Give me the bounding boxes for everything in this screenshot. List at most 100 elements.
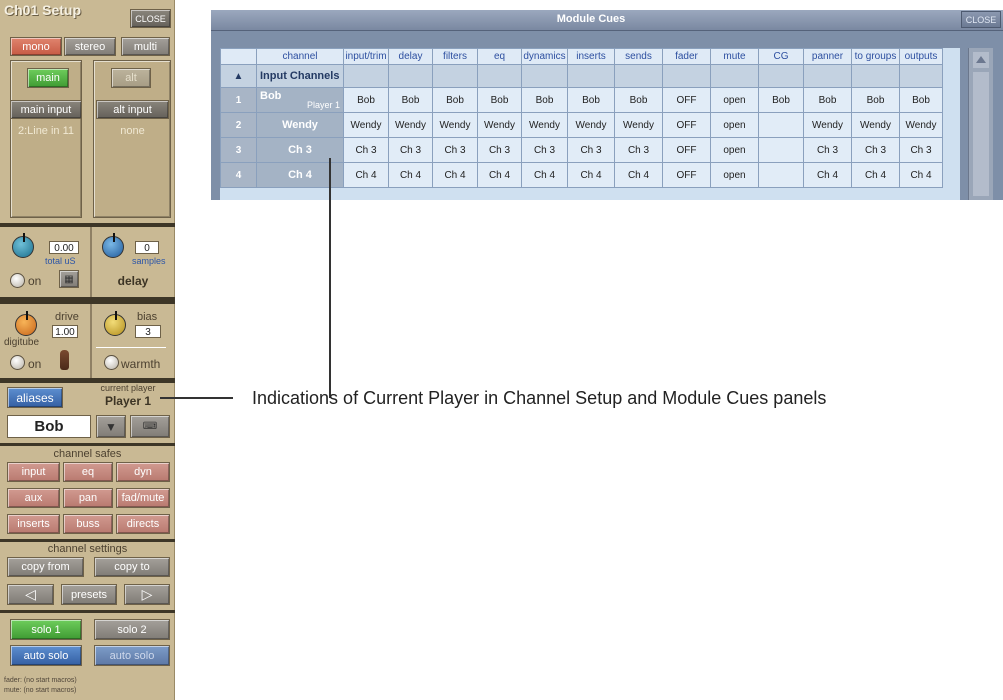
cue-cell[interactable]: Ch 4	[521, 162, 568, 188]
total-delay-knob-icon[interactable]	[12, 233, 34, 258]
cue-cell[interactable]: Ch 3	[343, 137, 389, 163]
cue-cell[interactable]: Bob	[432, 87, 478, 113]
col-header-sends[interactable]: sends	[614, 48, 663, 65]
cue-cell[interactable]: Ch 4	[851, 162, 900, 188]
safe-pan-button[interactable]: pan	[63, 488, 113, 508]
drive-knob-icon[interactable]	[15, 311, 37, 336]
main-select-button[interactable]: main	[27, 68, 69, 88]
cue-cell[interactable]: Wendy	[521, 112, 568, 138]
cue-cell[interactable]: Wendy	[343, 112, 389, 138]
col-header-mute[interactable]: mute	[710, 48, 759, 65]
digitube-on-indicator[interactable]	[10, 355, 25, 370]
safe-dyn-button[interactable]: dyn	[116, 462, 170, 482]
safe-buss-button[interactable]: buss	[63, 514, 113, 534]
cue-cell[interactable]: Bob	[803, 87, 852, 113]
mono-button[interactable]: mono	[10, 37, 62, 56]
cue-cell[interactable]: Bob	[388, 87, 433, 113]
scroll-up-arrow-icon[interactable]	[973, 52, 989, 68]
solo-1-button[interactable]: solo 1	[10, 619, 82, 640]
cue-cell[interactable]: Ch 4	[388, 162, 433, 188]
col-header-dynamics[interactable]: dynamics	[521, 48, 568, 65]
cue-cell[interactable]	[758, 162, 804, 188]
preset-next-arrow-right-icon[interactable]: ▷	[124, 584, 170, 605]
vertical-scrollbar[interactable]	[968, 48, 993, 200]
cue-cell[interactable]: Wendy	[567, 112, 615, 138]
alias-name-field[interactable]: Bob	[7, 415, 91, 438]
alt-select-button[interactable]: alt	[111, 68, 151, 88]
solo-2-button[interactable]: solo 2	[94, 619, 170, 640]
cue-cell[interactable]: Bob	[567, 87, 615, 113]
aliases-button[interactable]: aliases	[7, 387, 63, 408]
col-header-inserts[interactable]: inserts	[567, 48, 615, 65]
main-input-button[interactable]: main input	[10, 100, 82, 119]
samples-delay-knob-icon[interactable]	[102, 233, 124, 258]
cue-cell[interactable]: Bob	[614, 87, 663, 113]
col-header-outputs[interactable]: outputs	[899, 48, 943, 65]
cue-cell[interactable]: open	[710, 137, 759, 163]
cue-cell[interactable]: Ch 3	[899, 137, 943, 163]
cue-cell[interactable]: Ch 3	[432, 137, 478, 163]
cue-cell[interactable]: Bob	[477, 87, 522, 113]
channel-name[interactable]: Wendy	[256, 112, 344, 138]
cue-cell[interactable]: Wendy	[899, 112, 943, 138]
cue-cell[interactable]: Wendy	[614, 112, 663, 138]
cue-cell[interactable]: Wendy	[477, 112, 522, 138]
cue-cell[interactable]: Bob	[758, 87, 804, 113]
col-header-eq[interactable]: eq	[477, 48, 522, 65]
cue-cell[interactable]: Bob	[851, 87, 900, 113]
alias-dropdown-chevron-down-icon[interactable]: ▼	[96, 415, 126, 438]
keyboard-icon[interactable]: ⌨	[130, 415, 170, 438]
table-row[interactable]: 1 Bob Player 1 Bob Bob Bob Bob Bob Bob B…	[220, 87, 943, 113]
col-header-panner[interactable]: panner	[803, 48, 852, 65]
cue-cell[interactable]: Wendy	[851, 112, 900, 138]
cue-cell[interactable]: Ch 3	[851, 137, 900, 163]
cue-cell[interactable]: open	[710, 162, 759, 188]
group-row[interactable]: ▲ Input Channels	[220, 64, 943, 88]
table-row[interactable]: 2 Wendy Wendy Wendy Wendy Wendy Wendy We…	[220, 112, 943, 138]
safe-eq-button[interactable]: eq	[63, 462, 113, 482]
cue-cell[interactable]: OFF	[662, 112, 711, 138]
cue-cell[interactable]: Ch 3	[614, 137, 663, 163]
bias-knob-icon[interactable]	[104, 311, 126, 336]
preset-previous-arrow-left-icon[interactable]: ◁	[7, 584, 54, 605]
scrollbar-thumb[interactable]	[973, 72, 989, 196]
cue-cell[interactable]: Bob	[521, 87, 568, 113]
safe-aux-button[interactable]: aux	[7, 488, 60, 508]
col-header-fader[interactable]: fader	[662, 48, 711, 65]
col-header-delay[interactable]: delay	[388, 48, 433, 65]
alt-input-button[interactable]: alt input	[96, 100, 169, 119]
col-header-filters[interactable]: filters	[432, 48, 478, 65]
auto-solo-2-button[interactable]: auto solo	[94, 645, 170, 666]
delay-on-indicator[interactable]	[10, 273, 25, 288]
cue-cell[interactable]	[758, 137, 804, 163]
cue-cell[interactable]: open	[710, 112, 759, 138]
channel-name-cell[interactable]: Bob Player 1	[256, 87, 344, 113]
cue-cell[interactable]: Ch 3	[521, 137, 568, 163]
safe-fad-mute-button[interactable]: fad/mute	[116, 488, 170, 508]
cue-cell[interactable]: open	[710, 87, 759, 113]
cue-cell[interactable]: OFF	[662, 137, 711, 163]
keypad-icon[interactable]: ▦	[59, 270, 79, 288]
collapse-triangle-up-icon[interactable]: ▲	[220, 64, 257, 88]
cue-cell[interactable]: OFF	[662, 162, 711, 188]
cue-cell[interactable]: Ch 4	[567, 162, 615, 188]
module-cues-close-button[interactable]: CLOSE	[961, 11, 1001, 28]
cue-cell[interactable]: Ch 4	[899, 162, 943, 188]
cue-cell[interactable]: Ch 3	[388, 137, 433, 163]
cue-cell[interactable]: Bob	[899, 87, 943, 113]
auto-solo-1-button[interactable]: auto solo	[10, 645, 82, 666]
cue-cell[interactable]: Ch 4	[803, 162, 852, 188]
total-delay-value[interactable]: 0.00	[49, 241, 79, 254]
samples-delay-value[interactable]: 0	[135, 241, 159, 254]
close-button[interactable]: CLOSE	[130, 9, 171, 28]
cue-cell[interactable]: Wendy	[803, 112, 852, 138]
stereo-button[interactable]: stereo	[64, 37, 116, 56]
col-header-cg[interactable]: CG	[758, 48, 804, 65]
cue-cell[interactable]: Ch 3	[803, 137, 852, 163]
safe-directs-button[interactable]: directs	[116, 514, 170, 534]
cue-cell[interactable]: Bob	[343, 87, 389, 113]
cue-cell[interactable]: Ch 4	[477, 162, 522, 188]
drive-value[interactable]: 1.00	[52, 325, 78, 338]
col-header-channel[interactable]: channel	[256, 48, 344, 65]
warmth-indicator[interactable]	[104, 355, 119, 370]
